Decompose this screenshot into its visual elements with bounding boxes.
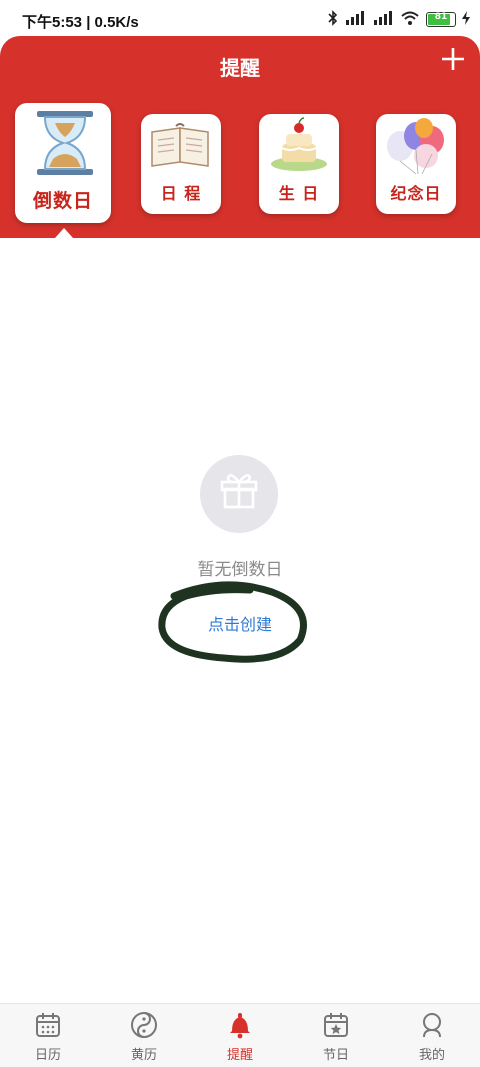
gift-icon — [220, 474, 258, 509]
tab-countdown[interactable]: 倒数日 — [15, 103, 111, 223]
status-bar: 下午5:53 | 0.5K/s 81 — [0, 0, 480, 40]
calendar-icon — [36, 1013, 60, 1037]
battery-icon: 81 — [426, 12, 456, 27]
cake-icon — [271, 117, 327, 171]
nav-almanac[interactable]: 黄历 — [96, 1004, 192, 1067]
festival-calendar-icon — [324, 1013, 348, 1037]
active-tab-pointer — [55, 228, 73, 238]
notebook-icon — [151, 123, 209, 167]
nav-festival[interactable]: 节日 — [288, 1004, 384, 1067]
bell-icon — [230, 1013, 250, 1039]
nav-calendar[interactable]: 日历 — [0, 1004, 96, 1067]
signal-icon — [372, 11, 394, 28]
add-button[interactable] — [440, 46, 466, 72]
empty-state-text: 暂无倒数日 — [197, 560, 283, 580]
tab-label: 倒数日 — [32, 190, 93, 212]
nav-profile[interactable]: 我的 — [384, 1004, 480, 1067]
tab-label: 纪念日 — [390, 184, 442, 203]
empty-state-icon-circle — [200, 455, 278, 533]
bluetooth-icon — [328, 10, 338, 29]
tab-anniversary[interactable]: 纪念日 — [376, 114, 456, 214]
tab-schedule[interactable]: 日 程 — [141, 114, 221, 214]
nav-label: 日历 — [34, 1048, 61, 1063]
reminder-header: 提醒 倒数日 日 程 生 日 纪念日 — [0, 36, 480, 238]
yin-yang-icon — [131, 1012, 157, 1038]
tab-label: 日 程 — [160, 184, 202, 203]
signal-icon — [344, 11, 366, 28]
nav-label: 提醒 — [226, 1048, 253, 1063]
nav-label: 我的 — [418, 1048, 445, 1063]
status-time: 下午5:53 | 0.5K/s — [22, 14, 139, 31]
bottom-nav: 日历 黄历 提醒 节日 我的 — [0, 1003, 480, 1067]
tab-birthday[interactable]: 生 日 — [259, 114, 339, 214]
wifi-icon — [400, 11, 420, 28]
user-icon — [423, 1013, 441, 1038]
nav-reminder[interactable]: 提醒 — [192, 1004, 288, 1067]
battery-level: 81 — [434, 12, 448, 22]
nav-label: 节日 — [322, 1048, 349, 1063]
hourglass-icon — [37, 111, 93, 175]
charging-icon — [462, 11, 470, 28]
balloons-icon — [387, 118, 444, 175]
nav-label: 黄历 — [130, 1048, 157, 1063]
tab-label: 生 日 — [278, 184, 320, 203]
plus-icon — [442, 48, 464, 70]
page-title: 提醒 — [220, 56, 260, 80]
status-icons: 81 — [328, 10, 470, 29]
create-countdown-link[interactable]: 点击创建 — [0, 611, 480, 635]
